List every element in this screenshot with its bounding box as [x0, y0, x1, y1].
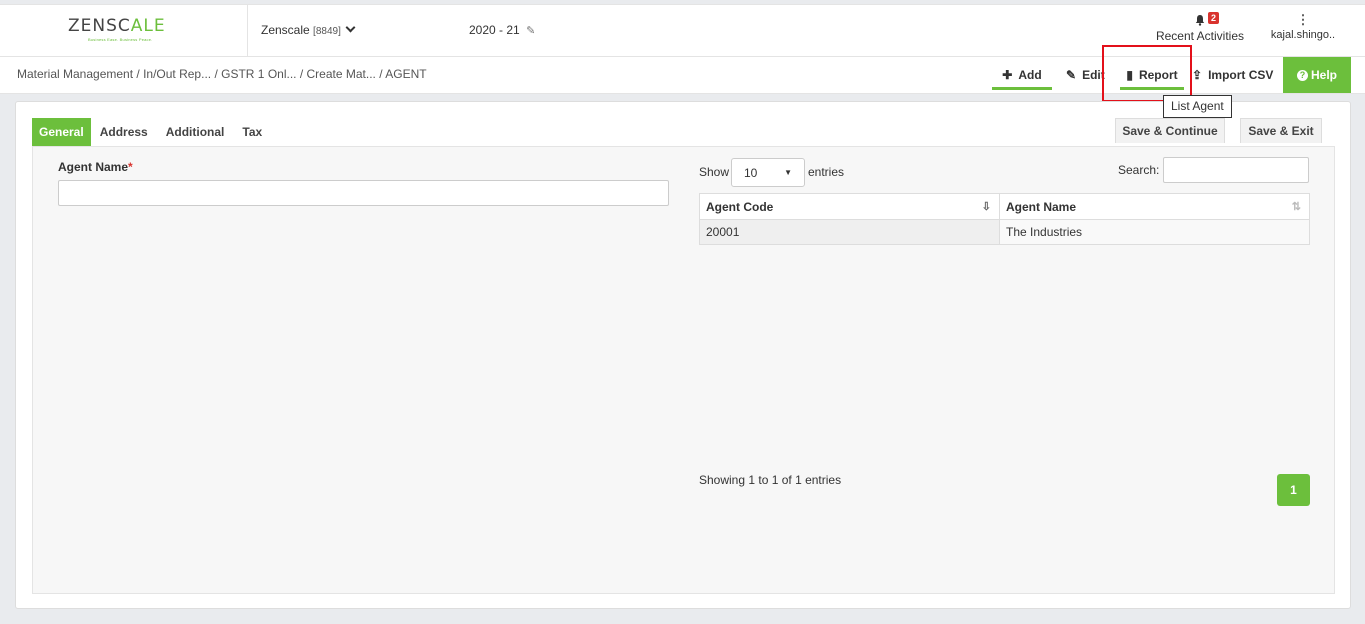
required-marker: *	[128, 160, 133, 174]
logo-cell: ZENSCALE Business Ease. Business Peace.	[0, 5, 248, 57]
top-header: ZENSCALE Business Ease. Business Peace. …	[0, 4, 1365, 57]
notification-badge: 2	[1208, 12, 1220, 24]
add-label: Add	[1018, 67, 1042, 82]
table-cell-agent-name: The Industries	[999, 219, 1310, 245]
breadcrumb-separator: /	[299, 67, 307, 81]
upload-icon: ⇪	[1192, 67, 1203, 82]
sort-ascending-icon: ⇩	[981, 201, 991, 213]
edit-label: Edit	[1082, 67, 1105, 82]
tab-general[interactable]: General	[32, 118, 91, 146]
breadcrumb-toolbar: Material Management / In/Out Rep... / GS…	[0, 57, 1365, 94]
financial-year[interactable]: 2020 - 21 ✎	[469, 23, 535, 37]
logo-text-accent: A	[130, 16, 144, 36]
import-csv-button[interactable]: ⇪ Import CSV	[1192, 57, 1280, 92]
column-label: Agent Code	[706, 199, 774, 214]
question-circle-icon: ?	[1296, 69, 1308, 81]
column-label: Agent Name	[1006, 199, 1077, 214]
show-label: Show	[699, 165, 730, 179]
import-csv-label: Import CSV	[1208, 67, 1274, 82]
zenscale-logo[interactable]: ZENSCALE	[68, 16, 166, 36]
caret-down-icon: ▼	[784, 168, 792, 177]
edit-button[interactable]: ✎ Edit	[1066, 57, 1106, 92]
tab-additional[interactable]: Additional	[157, 118, 234, 146]
plus-icon: ✚	[1002, 67, 1013, 82]
breadcrumb-item[interactable]: Material Management	[17, 67, 133, 81]
report-label: Report	[1138, 67, 1178, 82]
breadcrumb-current: AGENT	[385, 67, 427, 81]
bell-icon	[1194, 14, 1206, 26]
user-name: kajal.shingo..	[1270, 29, 1336, 41]
column-header-agent-name[interactable]: Agent Name ⇅	[999, 193, 1310, 220]
table-cell-agent-code: 20001	[699, 219, 1000, 245]
active-underline	[1120, 87, 1184, 90]
breadcrumb-item[interactable]: In/Out Rep...	[143, 67, 211, 81]
entries-per-page-select[interactable]: 10 ▼	[731, 158, 805, 187]
agent-name-label: Agent Name*	[58, 160, 133, 174]
tab-address[interactable]: Address	[91, 118, 157, 146]
column-header-agent-code[interactable]: Agent Code ⇩	[699, 193, 1000, 220]
agent-name-label-text: Agent Name	[58, 160, 129, 174]
entries-value: 10	[744, 165, 758, 180]
edit-icon[interactable]: ✎	[526, 25, 535, 37]
breadcrumb-item[interactable]: Create Mat...	[307, 67, 376, 81]
tooltip: List Agent	[1163, 95, 1232, 118]
agent-table: Agent Code ⇩ Agent Name ⇅ 20001 The Indu…	[699, 193, 1310, 245]
report-button[interactable]: ▮ Report	[1120, 57, 1184, 92]
sort-icon: ⇅	[1291, 201, 1301, 213]
main-card: General Address Additional Tax Save & Co…	[15, 101, 1351, 609]
logo-text-prefix: ZENSC	[68, 16, 131, 36]
recent-activities-label: Recent Activities	[1155, 29, 1245, 43]
agent-name-input[interactable]	[58, 180, 669, 206]
general-panel: Agent Name* Show 10 ▼ entries Search: Ag…	[32, 147, 1335, 594]
company-selector[interactable]: Zenscale [8849]	[261, 22, 356, 37]
recent-activities[interactable]: Recent Activities	[1150, 9, 1250, 43]
logo-text-suffix: LE	[143, 16, 166, 36]
financial-year-label: 2020 - 21	[469, 23, 520, 37]
search-input[interactable]	[1163, 157, 1309, 183]
edit-icon: ✎	[1066, 67, 1077, 82]
table-info: Showing 1 to 1 of 1 entries	[699, 473, 842, 487]
table-header-row: Agent Code ⇩ Agent Name ⇅	[699, 193, 1310, 220]
save-exit-button[interactable]: Save & Exit	[1240, 118, 1322, 143]
chevron-down-icon	[345, 22, 356, 33]
help-button[interactable]: ? Help	[1283, 57, 1351, 93]
pagination-page-1[interactable]: 1	[1277, 474, 1310, 506]
logo-tagline: Business Ease. Business Peace.	[88, 37, 153, 42]
more-vertical-icon: ⋮	[1296, 12, 1310, 27]
help-label: Help	[1310, 68, 1337, 82]
breadcrumb: Material Management / In/Out Rep... / GS…	[17, 67, 427, 81]
form-tabs: General Address Additional Tax	[32, 118, 271, 146]
save-continue-button[interactable]: Save & Continue	[1115, 118, 1225, 143]
add-button[interactable]: ✚ Add	[992, 57, 1052, 92]
search-label: Search:	[1118, 163, 1160, 177]
table-row[interactable]: 20001 The Industries	[699, 219, 1310, 245]
entries-label: entries	[808, 165, 845, 179]
file-icon: ▮	[1126, 67, 1133, 82]
company-code: [8849]	[313, 26, 341, 37]
breadcrumb-item[interactable]: GSTR 1 Onl...	[221, 67, 296, 81]
user-menu[interactable]: ⋮ kajal.shingo..	[1265, 9, 1341, 42]
company-name: Zenscale	[261, 23, 310, 37]
tab-tax[interactable]: Tax	[233, 118, 271, 146]
active-underline	[992, 87, 1052, 90]
